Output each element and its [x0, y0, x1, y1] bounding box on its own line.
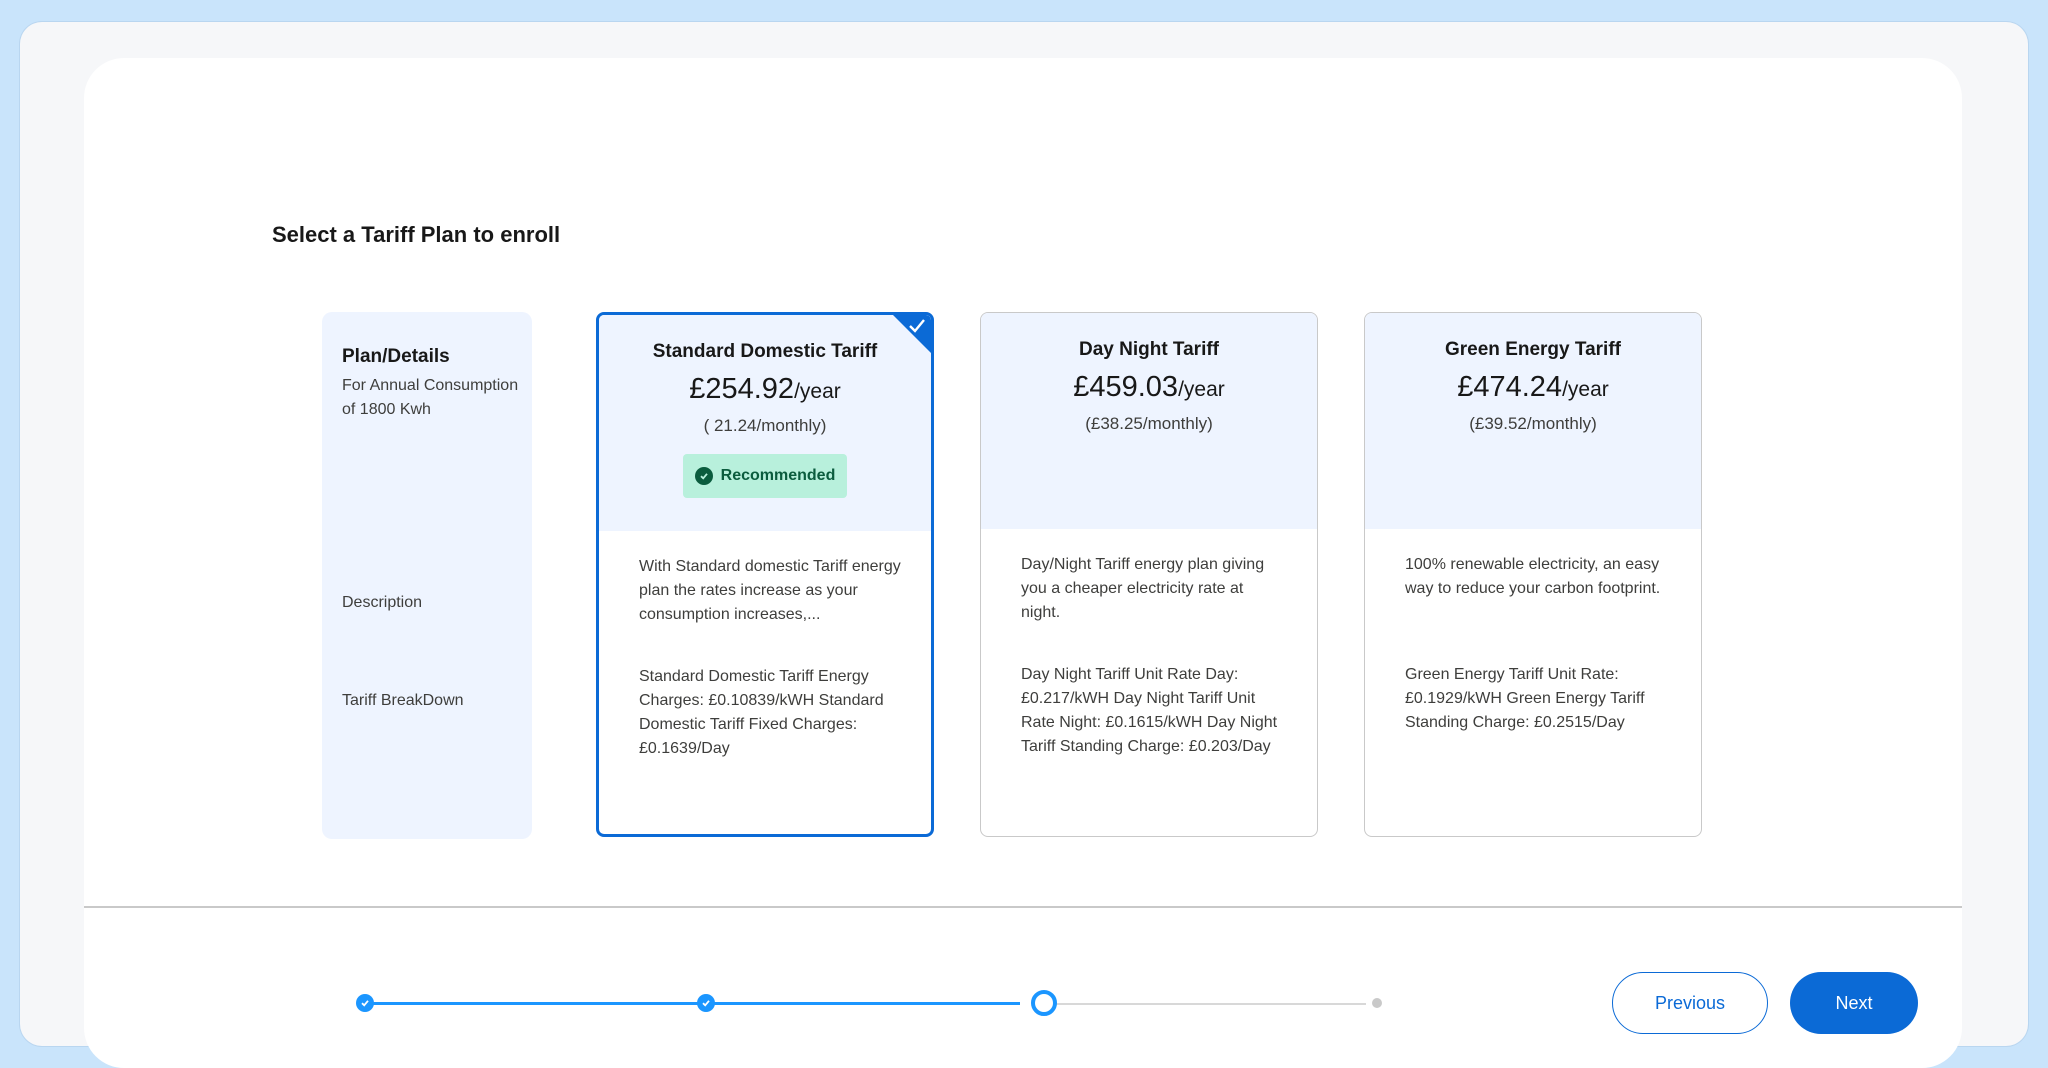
plan-price-period: /year [794, 380, 841, 403]
plan-description: With Standard domestic Tariff energy pla… [639, 558, 901, 623]
check-circle-icon [694, 467, 713, 485]
plan-price-period: /year [1562, 378, 1609, 401]
plan-monthly-price: (£39.52/monthly) [1469, 414, 1597, 433]
plan-name: Day Night Tariff [1078, 339, 1220, 360]
plan-price-line: £474.24/year [1365, 371, 1701, 404]
plan-name: Standard Domestic Tariff [652, 341, 878, 362]
check-icon [361, 1000, 369, 1007]
progress-step-3[interactable] [1031, 990, 1057, 1016]
plan-details-heading: Plan/Details [342, 346, 450, 367]
plan-monthly-price: ( 21.24/monthly) [703, 416, 827, 435]
plan-price: £474.24 [1457, 371, 1563, 403]
plan-card-green-energy[interactable]: Green Energy Tariff £474.24/year (£39.52… [1364, 312, 1702, 837]
description-label: Description [342, 594, 423, 611]
plan-price-period: /year [1178, 378, 1225, 401]
checkmark-icon [909, 319, 925, 333]
plan-price: £459.03 [1073, 371, 1179, 403]
plan-card-header: Standard Domestic Tariff £254.92/year ( … [599, 315, 931, 531]
plan-price-line: £254.92/year [599, 373, 931, 406]
progress-step-2[interactable] [697, 994, 715, 1012]
plan-breakdown: Standard Domestic Tariff Energy Charges:… [639, 668, 884, 757]
plan-card-header: Day Night Tariff £459.03/year (£38.25/mo… [981, 313, 1317, 529]
plan-description: Day/Night Tariff energy plan giving you … [1021, 556, 1265, 621]
recommended-badge: Recommended [682, 454, 848, 498]
badge-label: Recommended [720, 467, 836, 484]
plan-card-day-night[interactable]: Day Night Tariff £459.03/year (£38.25/mo… [980, 312, 1318, 837]
progress-step-1[interactable] [356, 994, 374, 1012]
plan-monthly-price: (£38.25/monthly) [1085, 414, 1213, 433]
progress-step-4[interactable] [1372, 998, 1382, 1008]
plan-card-standard-domestic[interactable]: Standard Domestic Tariff £254.92/year ( … [596, 312, 934, 837]
plan-card-header: Green Energy Tariff £474.24/year (£39.52… [1365, 313, 1701, 529]
progress-track-completed [370, 1002, 1020, 1005]
page-title: Select a Tariff Plan to enroll [272, 222, 561, 247]
next-button[interactable]: Next [1790, 972, 1918, 1034]
plan-details-column: Plan/Details For Annual Consumption of 1… [322, 312, 532, 839]
plan-price-line: £459.03/year [981, 371, 1317, 404]
plan-breakdown: Day Night Tariff Unit Rate Day: £0.217/k… [1021, 666, 1278, 755]
breakdown-label: Tariff BreakDown [342, 692, 464, 709]
check-icon [702, 1000, 710, 1007]
previous-button[interactable]: Previous [1612, 972, 1768, 1034]
plan-price: £254.92 [689, 373, 795, 405]
plan-breakdown: Green Energy Tariff Unit Rate: £0.1929/k… [1405, 666, 1645, 731]
progress-indicator [352, 988, 1386, 1018]
consumption-note: For Annual Consumption of 1800 Kwh [342, 377, 519, 418]
footer-divider [84, 906, 1962, 908]
plan-name: Green Energy Tariff [1445, 339, 1621, 360]
plan-description: 100% renewable electricity, an easy way … [1405, 556, 1661, 597]
progress-track-remaining [1042, 1003, 1366, 1005]
